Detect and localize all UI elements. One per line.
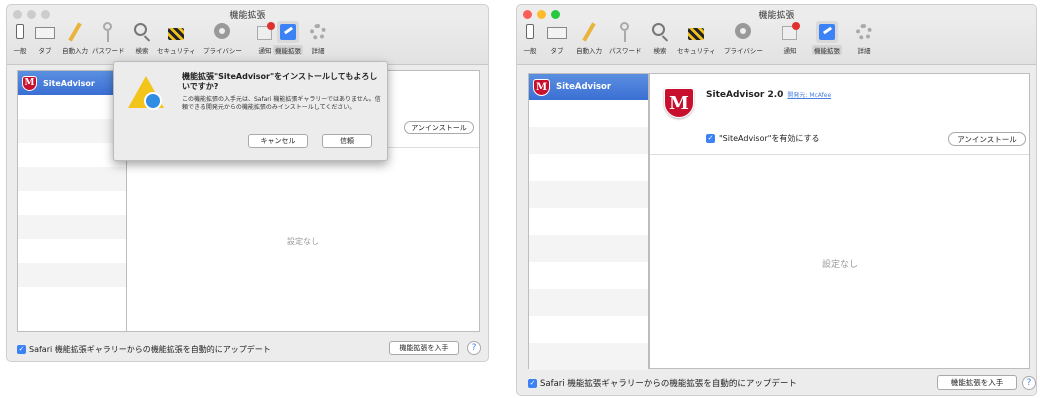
uninstall-button[interactable]: アンインストール <box>948 132 1026 146</box>
list-row-empty <box>18 215 126 239</box>
list-row-empty <box>18 191 126 215</box>
pencil-icon <box>64 21 86 43</box>
security-icon <box>685 21 707 43</box>
list-row-empty <box>18 95 126 119</box>
switch-icon <box>9 21 31 43</box>
list-row-empty <box>529 235 648 262</box>
tab-autofill[interactable]: 自動入力 <box>62 21 88 55</box>
privacy-icon <box>732 21 754 43</box>
search-icon <box>649 21 671 43</box>
cancel-button[interactable]: キャンセル <box>248 134 308 148</box>
tab-passwords[interactable]: パスワード <box>609 21 642 55</box>
tabs-icon <box>546 21 568 43</box>
list-row-empty <box>18 287 126 311</box>
extension-title: SiteAdvisor 2.0 開発元: McAfee <box>706 90 832 100</box>
extension-detail-pane: M SiteAdvisor 2.0 開発元: McAfee ✓ "SiteAdv… <box>649 73 1030 369</box>
tab-security[interactable]: セキュリティ <box>157 21 196 55</box>
no-settings-label: 設定なし <box>822 260 859 270</box>
tab-autofill[interactable]: 自動入力 <box>576 21 602 55</box>
mcafee-logo-icon: M <box>664 88 694 118</box>
toolbar: 一般 タブ 自動入力 パスワード 検索 セキュリティ プライバシー 通知 機能拡… <box>517 19 1036 65</box>
help-button[interactable]: ? <box>467 341 481 355</box>
list-row-empty <box>18 119 126 143</box>
get-extensions-button[interactable]: 機能拡張を入手 <box>937 375 1017 390</box>
mcafee-shield-icon: M <box>533 78 550 96</box>
enable-checkbox[interactable]: ✓ "SiteAdvisor"を有効にする <box>706 133 820 144</box>
gear-icon <box>853 21 875 43</box>
auto-update-checkbox[interactable]: ✓ Safari 機能拡張ギャラリーからの機能拡張を自動的にアップデート <box>528 377 797 389</box>
tab-privacy[interactable]: プライバシー <box>724 21 763 55</box>
list-item-siteadvisor[interactable]: M SiteAdvisor <box>529 74 648 100</box>
list-row-empty <box>529 316 648 343</box>
auto-update-checkbox[interactable]: ✓ Safari 機能拡張ギャラリーからの機能拡張を自動的にアップデート <box>17 344 271 355</box>
list-row-empty <box>529 127 648 154</box>
tab-advanced[interactable]: 詳細 <box>853 21 875 55</box>
tab-privacy[interactable]: プライバシー <box>203 21 242 55</box>
tab-tabs[interactable]: タブ <box>546 21 568 55</box>
divider <box>650 154 1029 155</box>
switch-icon <box>519 21 541 43</box>
notification-icon <box>779 21 801 43</box>
list-row-empty <box>529 208 648 235</box>
dialog-title: 機能拡張"SiteAdvisor"をインストールしてもよろしいですか? <box>182 72 378 91</box>
list-row-empty <box>529 181 648 208</box>
tab-extensions[interactable]: 機能拡張 <box>812 21 842 55</box>
tabs-icon <box>34 21 56 43</box>
list-row-empty <box>529 100 648 127</box>
key-icon <box>97 21 119 43</box>
tab-general[interactable]: 一般 <box>519 21 541 55</box>
tab-search[interactable]: 検索 <box>131 21 153 55</box>
gear-icon <box>307 21 329 43</box>
toolbar: 一般 タブ 自動入力 パスワード 検索 セキュリティ プライバシー 通知 機能拡… <box>7 19 488 65</box>
tab-notifications[interactable]: 通知 <box>779 21 801 55</box>
list-row-empty <box>529 343 648 370</box>
uninstall-button[interactable]: アンインストール <box>404 121 474 134</box>
list-row-empty <box>529 262 648 289</box>
preferences-window-right: 機能拡張 一般 タブ 自動入力 パスワード 検索 セキュリティ プライバシー 通… <box>516 4 1037 396</box>
extensions-icon <box>277 21 299 43</box>
checkmark-icon: ✓ <box>706 134 715 143</box>
privacy-icon <box>211 21 233 43</box>
checkmark-icon: ✓ <box>528 378 537 388</box>
trust-button[interactable]: 信頼 <box>322 134 372 148</box>
list-row-empty <box>18 263 126 287</box>
tab-tabs[interactable]: タブ <box>34 21 56 55</box>
mcafee-shield-icon: M <box>22 75 37 91</box>
key-icon <box>614 21 636 43</box>
tab-advanced[interactable]: 詳細 <box>307 21 329 55</box>
list-row-empty <box>18 143 126 167</box>
list-item-siteadvisor[interactable]: M SiteAdvisor <box>18 71 126 95</box>
tab-extensions[interactable]: 機能拡張 <box>273 21 303 55</box>
list-row-empty <box>529 289 648 316</box>
developer-link[interactable]: 開発元: McAfee <box>787 90 831 99</box>
list-row-empty <box>18 167 126 191</box>
preferences-window-left: 機能拡張 一般 タブ 自動入力 パスワード 検索 セキュリティ プライバシー 通… <box>6 4 489 362</box>
security-icon <box>165 21 187 43</box>
tab-general[interactable]: 一般 <box>9 21 31 55</box>
safari-compass-icon <box>144 92 162 110</box>
checkmark-icon: ✓ <box>17 345 26 354</box>
tab-passwords[interactable]: パスワード <box>92 21 125 55</box>
list-row-empty <box>529 154 648 181</box>
extension-list: M SiteAdvisor <box>17 70 127 332</box>
extensions-icon <box>816 21 838 43</box>
list-row-empty <box>18 239 126 263</box>
pencil-icon <box>578 21 600 43</box>
extension-list: M SiteAdvisor <box>528 73 649 370</box>
no-settings-label: 設定なし <box>287 237 319 246</box>
get-extensions-button[interactable]: 機能拡張を入手 <box>389 341 459 355</box>
dialog-message: この機能拡張の入手元は、Safari 機能拡張ギャラリーではありません。信頼でき… <box>182 96 381 111</box>
install-confirm-dialog: 機能拡張"SiteAdvisor"をインストールしてもよろしいですか? この機能… <box>113 61 388 161</box>
tab-search[interactable]: 検索 <box>649 21 671 55</box>
tab-security[interactable]: セキュリティ <box>677 21 716 55</box>
search-icon <box>131 21 153 43</box>
help-button[interactable]: ? <box>1022 376 1036 390</box>
